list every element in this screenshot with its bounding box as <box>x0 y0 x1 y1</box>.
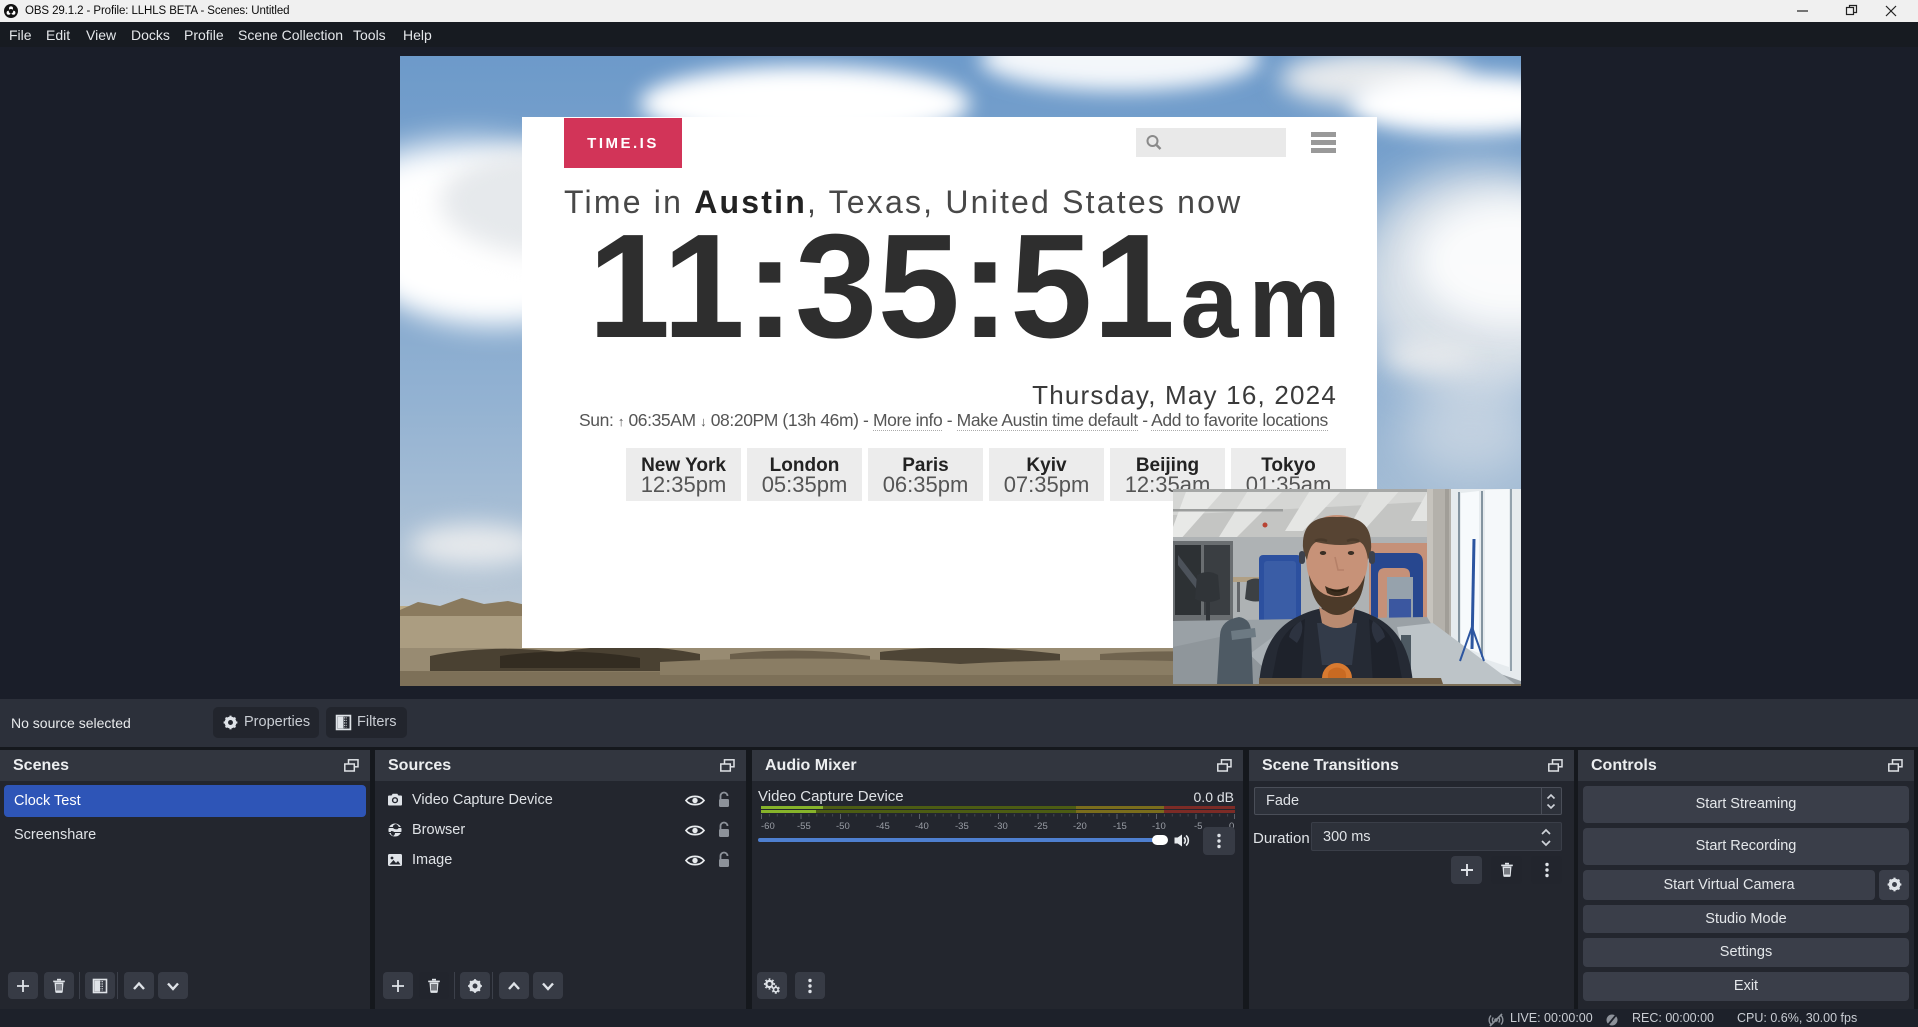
svg-text:-40: -40 <box>915 821 929 832</box>
svg-text:-15: -15 <box>1113 821 1127 832</box>
svg-text:-45: -45 <box>876 821 890 832</box>
svg-text:-50: -50 <box>836 821 850 832</box>
svg-text:-20: -20 <box>1073 821 1087 832</box>
svg-text:-35: -35 <box>955 821 969 832</box>
svg-text:-60: -60 <box>761 821 775 832</box>
svg-text:-5: -5 <box>1194 821 1202 832</box>
svg-text:-55: -55 <box>797 821 811 832</box>
svg-text:-25: -25 <box>1034 821 1048 832</box>
svg-text:-30: -30 <box>994 821 1008 832</box>
svg-text:-10: -10 <box>1152 821 1166 832</box>
